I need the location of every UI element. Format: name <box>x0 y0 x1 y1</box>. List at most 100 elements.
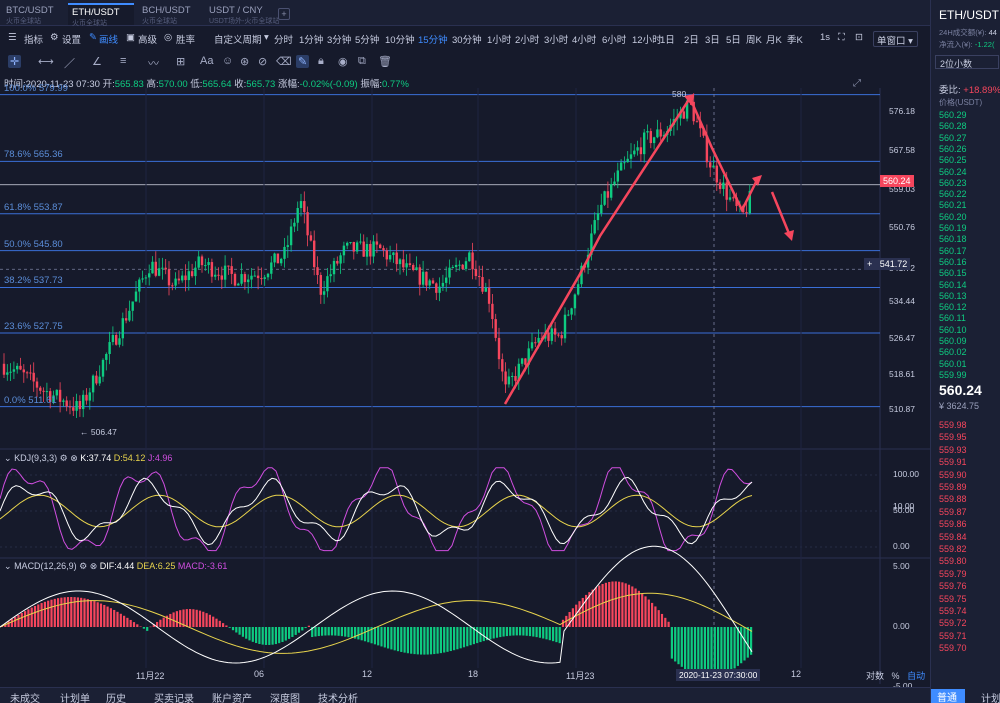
bid-price[interactable]: 559.88 <box>939 494 967 504</box>
period-17[interactable]: 周K <box>746 32 762 46</box>
percent-scale-toggle[interactable]: % <box>892 671 900 681</box>
ask-price[interactable]: 560.12 <box>939 302 967 312</box>
ask-price[interactable]: 560.28 <box>939 121 967 131</box>
ask-price[interactable]: 560.11 <box>939 313 966 323</box>
tab-trades[interactable]: 买卖记录 <box>154 690 194 703</box>
ask-price[interactable]: 560.24 <box>939 167 967 177</box>
tab-history[interactable]: 历史 <box>106 690 126 703</box>
emoji-icon[interactable]: ☺ <box>222 55 233 67</box>
period-9[interactable]: 3小时 <box>544 32 568 46</box>
trash-icon[interactable]: 🗑︎ <box>378 55 392 68</box>
ask-price[interactable]: 560.26 <box>939 144 967 154</box>
period-2[interactable]: 3分钟 <box>327 32 351 46</box>
ask-price[interactable]: 560.19 <box>939 223 967 233</box>
tab-usdt-cny[interactable]: USDT / CNY USDT场外-火币全球站 <box>205 3 279 25</box>
ask-price[interactable]: 560.10 <box>939 325 967 335</box>
advanced-icon[interactable]: ▣ <box>126 32 135 43</box>
bid-price[interactable]: 559.91 <box>939 457 967 467</box>
ask-price[interactable]: 560.14 <box>939 280 967 290</box>
tab-common-order[interactable]: 普通 <box>931 689 965 703</box>
gear-icon[interactable]: ⚙ <box>60 453 68 463</box>
rectangle-icon[interactable]: ⊞ <box>176 55 185 68</box>
ask-price[interactable]: 560.29 <box>939 110 967 120</box>
ask-price[interactable]: 560.27 <box>939 133 967 143</box>
ruler-icon[interactable]: ⊘ <box>258 55 267 68</box>
lock-icon[interactable]: 🔒︎ <box>318 55 324 68</box>
screenshot-icon[interactable]: ⊡ <box>855 32 863 43</box>
copy-icon[interactable]: ⧉ <box>358 55 366 68</box>
chevron-down-icon[interactable]: ▾ <box>264 32 269 43</box>
custom-period-button[interactable]: 自定义周期 <box>214 32 262 46</box>
bid-price[interactable]: 559.89 <box>939 482 967 492</box>
ask-price[interactable]: 559.99 <box>939 370 967 380</box>
interval-button[interactable]: 1s <box>820 32 830 43</box>
period-12[interactable]: 12小时 <box>632 32 662 46</box>
bid-price[interactable]: 559.84 <box>939 532 967 542</box>
bid-price[interactable]: 559.93 <box>939 445 967 455</box>
ask-price[interactable]: 560.02 <box>939 347 967 357</box>
ask-price[interactable]: 560.09 <box>939 336 967 346</box>
tab-plan-order[interactable]: 计划 <box>981 690 1000 703</box>
draw-button[interactable]: 画线 <box>99 32 118 46</box>
log-scale-toggle[interactable]: 对数 <box>866 671 884 681</box>
ask-price[interactable]: 560.01 <box>939 359 967 369</box>
tab-open-orders[interactable]: 未成交 <box>10 690 40 703</box>
period-7[interactable]: 1小时 <box>487 32 511 46</box>
angle-icon[interactable]: ∠ <box>92 55 102 68</box>
parallel-lines-icon[interactable]: ≡ <box>120 55 126 67</box>
magnet-icon[interactable]: ⊛ <box>240 55 249 68</box>
gear-icon[interactable]: ⚙ <box>50 32 59 43</box>
period-14[interactable]: 2日 <box>684 32 699 46</box>
add-tab-button[interactable]: + <box>278 8 290 20</box>
bid-price[interactable]: 559.87 <box>939 507 967 517</box>
ask-price[interactable]: 560.22 <box>939 189 967 199</box>
candlestick-chart[interactable] <box>0 88 930 684</box>
period-13[interactable]: 1日 <box>660 32 675 46</box>
tab-technical[interactable]: 技术分析 <box>318 690 358 703</box>
close-icon[interactable]: ⊗ <box>90 561 98 571</box>
expand-icon[interactable]: ⤢ <box>853 78 861 89</box>
chevron-down-icon[interactable]: ⌄ <box>4 453 12 463</box>
text-icon[interactable]: Aa <box>200 55 213 67</box>
bid-price[interactable]: 559.74 <box>939 606 967 616</box>
bid-price[interactable]: 559.86 <box>939 519 967 529</box>
period-16[interactable]: 5日 <box>726 32 741 46</box>
crosshair-icon[interactable]: ✛ <box>8 55 22 68</box>
decimal-select[interactable]: 2位小数 <box>935 55 999 69</box>
bid-price[interactable]: 559.79 <box>939 569 967 579</box>
win-rate-icon[interactable]: ◎ <box>164 32 172 43</box>
tab-plan-orders[interactable]: 计划单 <box>60 690 90 703</box>
ask-price[interactable]: 560.13 <box>939 291 967 301</box>
period-1[interactable]: 1分钟 <box>299 32 323 46</box>
ask-price[interactable]: 560.25 <box>939 155 967 165</box>
fullscreen-icon[interactable]: ⛶ <box>838 32 845 43</box>
tab-bch-usdt[interactable]: BCH/USDT 火币全球站 <box>138 3 204 25</box>
period-0[interactable]: 分时 <box>274 32 293 46</box>
chevron-collapse-icon[interactable]: ☰ <box>8 32 17 43</box>
period-19[interactable]: 季K <box>787 32 803 46</box>
indicator-button[interactable]: 指标 <box>24 32 43 46</box>
close-icon[interactable]: ⊗ <box>70 453 78 463</box>
period-6[interactable]: 30分钟 <box>452 32 482 46</box>
tab-eth-usdt[interactable]: ETH/USDT 火币全球站 <box>68 3 134 27</box>
period-18[interactable]: 月K <box>766 32 782 46</box>
auto-scale-toggle[interactable]: 自动 <box>907 671 925 681</box>
chevron-down-icon[interactable]: ⌄ <box>4 561 12 571</box>
horizontal-line-icon[interactable]: ⟷ <box>38 55 54 68</box>
period-11[interactable]: 6小时 <box>602 32 626 46</box>
ask-price[interactable]: 560.23 <box>939 178 967 188</box>
settings-button[interactable]: 设置 <box>62 32 81 46</box>
wave-icon[interactable]: 〰 <box>148 55 159 71</box>
bid-price[interactable]: 559.90 <box>939 470 967 480</box>
eye-icon[interactable]: ◉ <box>338 55 348 68</box>
ask-price[interactable]: 560.20 <box>939 212 967 222</box>
bid-price[interactable]: 559.98 <box>939 420 967 430</box>
bid-price[interactable]: 559.82 <box>939 544 967 554</box>
ask-price[interactable]: 560.15 <box>939 268 967 278</box>
single-window-select[interactable]: 单窗口 ▾ <box>873 31 918 47</box>
ask-price[interactable]: 560.16 <box>939 257 967 267</box>
ask-price[interactable]: 560.17 <box>939 246 967 256</box>
eraser-icon[interactable]: ⌫ <box>276 55 292 68</box>
tab-assets[interactable]: 账户资产 <box>212 690 252 703</box>
period-3[interactable]: 5分钟 <box>355 32 379 46</box>
